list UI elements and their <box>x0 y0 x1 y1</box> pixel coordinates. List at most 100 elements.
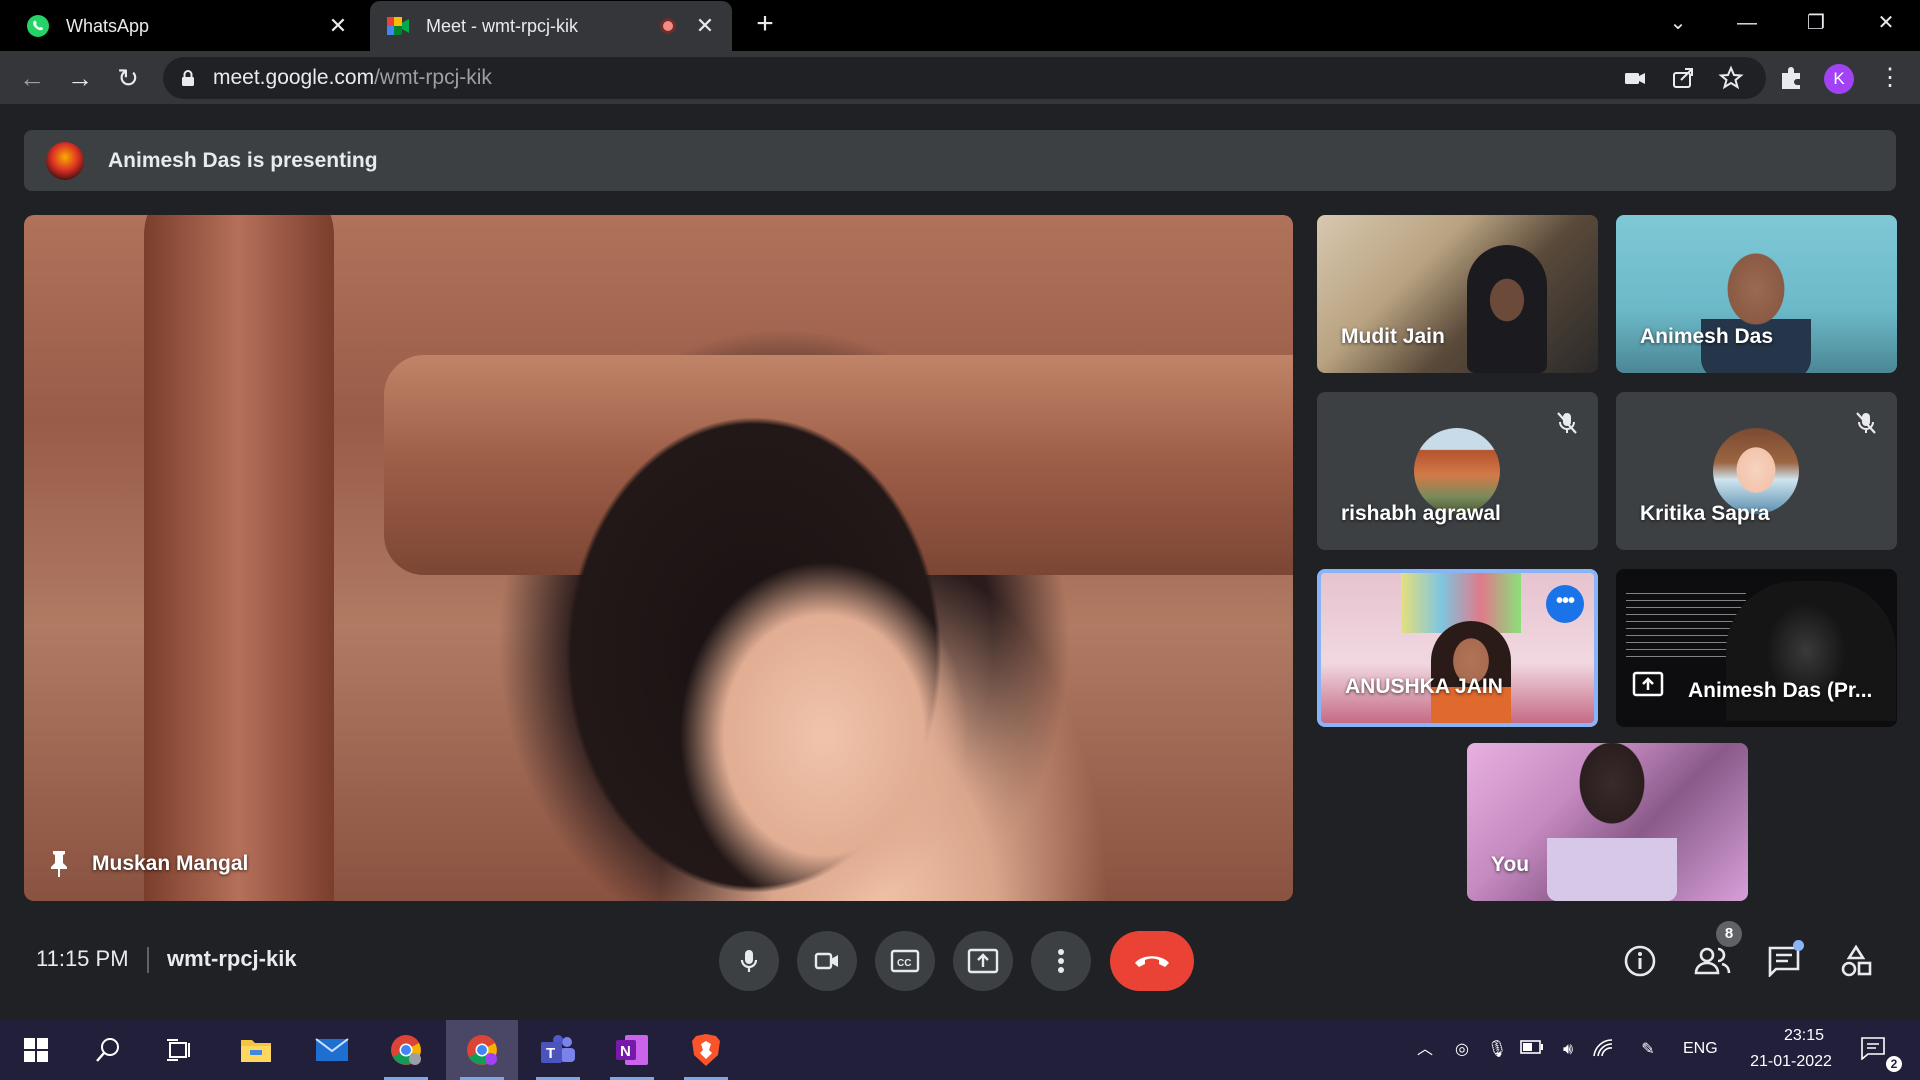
notification-count-badge: 2 <box>1886 1056 1902 1072</box>
minimize-icon[interactable]: — <box>1727 8 1767 38</box>
wifi-icon[interactable] <box>1592 1038 1616 1062</box>
participant-name: You <box>1491 853 1530 876</box>
forward-icon[interactable]: → <box>64 62 96 94</box>
participant-name: rishabh agrawal <box>1341 502 1501 525</box>
microphone-button[interactable] <box>719 931 779 991</box>
participant-video <box>1547 743 1677 901</box>
taskbar-mail[interactable] <box>296 1020 368 1080</box>
presenting-banner: Animesh Das is presenting <box>24 130 1896 191</box>
bookmark-star-icon[interactable] <box>1717 64 1745 92</box>
volume-icon[interactable]: 🔊︎ <box>1556 1038 1580 1062</box>
activities-icon <box>1841 944 1872 977</box>
camera-in-use-icon[interactable] <box>1621 64 1649 92</box>
search-icon <box>96 1038 119 1062</box>
more-options-button[interactable] <box>1031 931 1091 991</box>
start-button[interactable] <box>0 1020 72 1080</box>
captions-button[interactable]: CC <box>875 931 935 991</box>
whatsapp-icon <box>26 14 50 38</box>
tab-title: WhatsApp <box>66 15 150 36</box>
window-close-icon[interactable]: ✕ <box>1866 8 1906 38</box>
participant-tile[interactable]: Mudit Jain <box>1317 215 1598 373</box>
presentation-tile[interactable]: Animesh Das (Pr... <box>1616 569 1897 727</box>
brave-icon <box>692 1034 720 1066</box>
url-host: meet.google.com <box>213 66 375 89</box>
language-indicator[interactable]: ENG <box>1683 1040 1718 1058</box>
task-view-button[interactable] <box>144 1020 216 1080</box>
taskbar-chrome-profile-k[interactable] <box>446 1020 518 1080</box>
taskbar-brave[interactable] <box>670 1020 742 1080</box>
reload-icon[interactable]: ↻ <box>112 62 144 94</box>
task-view-icon <box>167 1039 190 1061</box>
participant-name: Kritika Sapra <box>1640 502 1770 525</box>
tab-whatsapp[interactable]: WhatsApp ✕ <box>10 1 365 51</box>
windows-taskbar: T N ︿ ◎ 🎙 🔊︎ ✎ ENG 23:15 21-01-2022 2 <box>0 1020 1920 1080</box>
pin-icon[interactable] <box>46 849 72 879</box>
leave-call-button[interactable] <box>1110 931 1194 991</box>
taskbar-onenote[interactable]: N <box>596 1020 668 1080</box>
participant-video <box>1467 245 1547 373</box>
mail-icon <box>315 1038 349 1061</box>
activities-button[interactable] <box>1837 942 1875 980</box>
back-icon[interactable]: ← <box>16 62 48 94</box>
meeting-code: wmt-rpcj-kik <box>167 946 297 971</box>
main-video-tile[interactable]: Muskan Mangal <box>24 215 1293 901</box>
browser-menu-icon[interactable]: ⋮ <box>1878 63 1902 93</box>
microphone-tray-icon[interactable]: 🎙 <box>1485 1038 1509 1062</box>
battery-icon[interactable] <box>1520 1038 1544 1062</box>
people-icon <box>1694 947 1731 975</box>
more-options-button[interactable]: ••• <box>1546 585 1584 623</box>
address-bar[interactable]: meet.google.com/wmt-rpcj-kik <box>163 57 1766 99</box>
extensions-icon[interactable] <box>1776 63 1806 93</box>
meeting-details-button[interactable] <box>1621 942 1659 980</box>
main-tile-label: Muskan Mangal <box>46 849 248 879</box>
hang-up-icon <box>1135 956 1169 967</box>
show-hidden-icons[interactable]: ︿ <box>1413 1038 1437 1062</box>
webcam-tray-icon[interactable]: ◎ <box>1450 1038 1474 1062</box>
close-icon[interactable]: ✕ <box>694 13 716 38</box>
self-view-tile[interactable]: You <box>1467 743 1748 901</box>
unread-dot <box>1793 940 1804 951</box>
tab-meet[interactable]: Meet - wmt-rpcj-kik ✕ <box>370 1 732 51</box>
participant-name: Animesh Das <box>1640 325 1774 348</box>
windows-icon <box>24 1038 48 1062</box>
meeting-time: 11:15 PM <box>36 946 129 971</box>
participant-video <box>524 355 1004 901</box>
pen-icon[interactable]: ✎ <box>1636 1038 1660 1062</box>
tab-search-icon[interactable]: ⌄ <box>1658 8 1698 38</box>
taskbar-file-explorer[interactable] <box>220 1020 292 1080</box>
participant-tile[interactable]: rishabh agrawal <box>1317 392 1598 550</box>
present-now-button[interactable] <box>953 931 1013 991</box>
people-button[interactable] <box>1693 942 1731 980</box>
onenote-icon: N <box>616 1035 648 1065</box>
avatar <box>46 141 84 180</box>
taskbar-chrome[interactable] <box>370 1020 442 1080</box>
people-count-badge: 8 <box>1716 921 1742 947</box>
url-path: /wmt-rpcj-kik <box>374 66 492 89</box>
clock-time[interactable]: 23:15 <box>1760 1027 1848 1045</box>
browser-tab-strip: WhatsApp ✕ Meet - wmt-rpcj-kik ✕ + ⌄ — ❐… <box>0 0 1920 51</box>
tab-title: Meet - wmt-rpcj-kik <box>426 15 578 36</box>
present-screen-icon <box>967 948 999 974</box>
svg-text:N: N <box>620 1043 631 1060</box>
folder-icon <box>241 1040 271 1062</box>
participant-tile[interactable]: Animesh Das <box>1616 215 1897 373</box>
mic-off-icon <box>1552 408 1582 438</box>
clock-date[interactable]: 21-01-2022 <box>1735 1053 1847 1071</box>
participant-name: ANUSHKA JAIN <box>1345 675 1503 698</box>
browser-toolbar: ← → ↻ meet.google.com/wmt-rpcj-kik K ⋮ <box>0 51 1920 104</box>
recording-icon <box>660 18 676 34</box>
divider <box>147 947 149 973</box>
participant-tile[interactable]: Kritika Sapra <box>1616 392 1897 550</box>
presenting-text: Animesh Das is presenting <box>108 148 378 172</box>
profile-avatar[interactable]: K <box>1824 64 1854 94</box>
participant-tile[interactable]: ••• ANUSHKA JAIN <box>1317 569 1598 727</box>
restore-icon[interactable]: ❐ <box>1796 8 1836 38</box>
video-background <box>144 215 334 901</box>
close-icon[interactable]: ✕ <box>327 13 349 38</box>
taskbar-search-button[interactable] <box>72 1020 144 1080</box>
new-tab-button[interactable]: + <box>750 9 780 40</box>
taskbar-teams[interactable]: T <box>522 1020 594 1080</box>
share-icon[interactable] <box>1669 64 1697 92</box>
camera-button[interactable] <box>797 931 857 991</box>
action-center-icon[interactable] <box>1860 1036 1885 1061</box>
